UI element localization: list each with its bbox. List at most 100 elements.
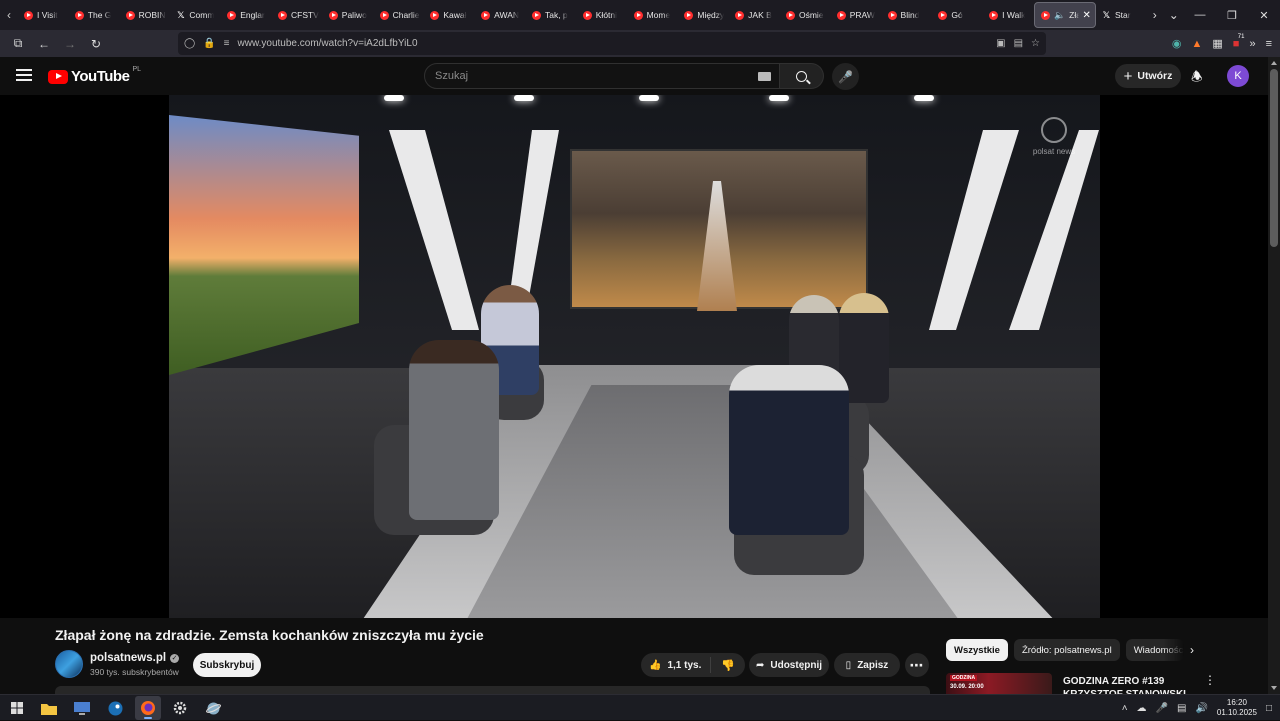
scroll-up-icon[interactable] <box>1271 61 1277 65</box>
tabs-scroll-right-icon[interactable]: › <box>1153 8 1157 22</box>
extension-badge-icon[interactable]: ■ 71 <box>1233 34 1245 50</box>
file-explorer-icon[interactable] <box>36 696 62 720</box>
tabs-scroll-left-icon[interactable]: ‹ <box>0 0 18 30</box>
app-globe-icon[interactable] <box>200 696 226 720</box>
tab-list: I Visit The G ROBIN 𝕏 Comm Englar CFSTV Paliwo C… <box>18 0 1034 30</box>
description-box[interactable] <box>55 686 930 694</box>
tab[interactable]: Kłótni <box>577 4 628 26</box>
forward-icon[interactable]: → <box>58 32 82 56</box>
url-text[interactable]: www.youtube.com/watch?v=iA2dLfbYiL0 <box>238 38 418 49</box>
subscribe-button[interactable]: Subskrybuj <box>193 653 261 677</box>
tab-trailing[interactable]: 𝕏 Star <box>1096 4 1147 26</box>
tab[interactable]: PRAW <box>831 4 882 26</box>
tray-overflow-chevron-icon[interactable]: ˄ <box>1122 703 1128 714</box>
subscriber-count: 390 tys. subskrybentów <box>90 667 179 677</box>
tab[interactable]: 𝕏 Comm <box>170 4 221 26</box>
restore-icon[interactable]: ❐ <box>1216 0 1248 30</box>
tab[interactable]: CFSTV <box>272 4 323 26</box>
tab[interactable]: Między <box>678 4 729 26</box>
microphone-tray-icon[interactable]: 🎤 <box>1156 703 1168 714</box>
channel-name-link[interactable]: polsatnews.pl ✓ <box>90 652 180 664</box>
extension-shield-icon[interactable]: ◉ <box>1172 37 1182 50</box>
tab[interactable]: Ośmie <box>780 4 831 26</box>
tab[interactable]: Gó <box>932 4 983 26</box>
permissions-icon[interactable]: ≡ <box>224 38 230 49</box>
account-avatar[interactable]: K <box>1227 65 1249 87</box>
tab-overview-icon[interactable]: ⧉ <box>6 32 30 56</box>
volume-icon[interactable]: 🔊 <box>1195 703 1207 714</box>
tab[interactable]: I Walk <box>983 4 1034 26</box>
tab[interactable]: Tak, p <box>526 4 577 26</box>
tab-active[interactable]: 🔈 Złap ✕ <box>1033 2 1096 28</box>
like-button[interactable]: 👍 1,1 tys. <box>641 657 711 673</box>
tab[interactable]: Mome <box>628 4 679 26</box>
search-button[interactable] <box>780 63 824 89</box>
youtube-icon <box>379 10 389 20</box>
shield-icon[interactable]: ◯ <box>184 38 195 49</box>
start-windows-icon[interactable] <box>4 696 30 720</box>
more-actions-button[interactable]: ⋯ <box>905 653 929 677</box>
ellipsis-icon: ⋯ <box>909 656 925 673</box>
clock[interactable]: 16:20 01.10.2025 <box>1217 698 1257 718</box>
tab[interactable]: Englar <box>221 4 272 26</box>
keyboard-icon[interactable] <box>758 72 771 81</box>
chip-news[interactable]: Wiadomości <box>1125 639 1184 661</box>
tab[interactable]: JAK B <box>729 4 780 26</box>
speaker-icon[interactable]: 🔈 <box>1054 10 1065 21</box>
channel-avatar[interactable] <box>55 650 83 678</box>
x-icon: 𝕏 <box>177 9 185 20</box>
back-icon[interactable]: ← <box>32 32 56 56</box>
chip-all[interactable]: Wszystkie <box>946 639 1008 661</box>
lock-icon[interactable]: 🔒 <box>203 38 215 49</box>
bookmark-star-icon[interactable]: ☆ <box>1031 38 1040 49</box>
youtube-icon <box>277 10 287 20</box>
list-all-tabs-icon[interactable]: ⌄ <box>1169 8 1179 22</box>
close-window-icon[interactable]: ✕ <box>1248 0 1280 30</box>
page-scrollbar[interactable] <box>1268 57 1280 694</box>
picture-in-picture-icon[interactable]: ▣ <box>996 38 1005 49</box>
scrollbar-thumb[interactable] <box>1270 69 1278 247</box>
firefox-icon[interactable] <box>135 696 161 720</box>
create-button[interactable]: + Utwórz <box>1115 64 1181 88</box>
channel-name: polsatnews.pl <box>90 652 167 664</box>
reader-view-icon[interactable]: ▤ <box>1014 38 1023 49</box>
extensions-puzzle-icon[interactable]: ▦ <box>1212 37 1222 50</box>
tab[interactable]: Kawał <box>424 4 475 26</box>
share-button[interactable]: ➦ Udostępnij <box>749 653 829 677</box>
notifications-icon[interactable]: □ <box>1266 703 1272 714</box>
scroll-down-icon[interactable] <box>1271 686 1277 690</box>
tab[interactable]: Charlie <box>374 4 425 26</box>
notifications-bell-icon[interactable]: 🕭 <box>1191 68 1207 84</box>
video-player[interactable]: polsat news <box>0 95 1268 618</box>
voice-search-button[interactable]: 🎤 <box>832 63 859 90</box>
minimize-icon[interactable]: — <box>1184 0 1216 30</box>
overflow-menu-icon[interactable]: » <box>1249 38 1255 50</box>
dislike-button[interactable]: 👎 <box>711 659 745 672</box>
chip-source[interactable]: Źródło: polsatnews.pl <box>1013 639 1120 661</box>
save-button[interactable]: ▯ Zapisz <box>834 653 900 677</box>
steam-icon[interactable] <box>102 696 128 720</box>
extension-fox-icon[interactable]: ▲ <box>1192 38 1203 50</box>
settings-gear-icon[interactable] <box>167 696 193 720</box>
tab[interactable]: AWAN <box>475 4 526 26</box>
youtube-logo[interactable]: YouTube PL <box>48 66 141 85</box>
remote-desktop-icon[interactable] <box>69 696 95 720</box>
network-icon[interactable]: ▤ <box>1177 703 1186 714</box>
onedrive-cloud-icon[interactable]: ☁ <box>1137 703 1147 714</box>
recommendation-menu-icon[interactable]: ⋮ <box>1204 673 1216 687</box>
tab[interactable]: The G <box>69 4 120 26</box>
tab[interactable]: Paliwo <box>323 4 374 26</box>
recommendation-thumbnail[interactable]: GODZINA 30.09. 20:00 <box>946 673 1052 694</box>
search-input[interactable]: Szukaj <box>424 63 780 89</box>
hamburger-menu-icon[interactable]: ≡ <box>1266 38 1272 50</box>
chips-next-chevron-icon[interactable]: › <box>1190 643 1194 657</box>
close-tab-icon[interactable]: ✕ <box>1083 10 1091 21</box>
tab[interactable]: Blind <box>882 4 933 26</box>
url-bar[interactable]: ◯ 🔒 ≡ www.youtube.com/watch?v=iA2dLfbYiL… <box>178 32 1046 55</box>
tab-strip: ‹ I Visit The G ROBIN 𝕏 Comm Englar CFSTV Paliw… <box>0 0 1280 30</box>
reload-icon[interactable]: ↻ <box>84 32 108 56</box>
video-frame[interactable]: polsat news <box>169 95 1100 618</box>
guide-menu-icon[interactable] <box>16 69 32 81</box>
tab[interactable]: I Visit <box>18 4 69 26</box>
tab[interactable]: ROBIN <box>120 4 171 26</box>
